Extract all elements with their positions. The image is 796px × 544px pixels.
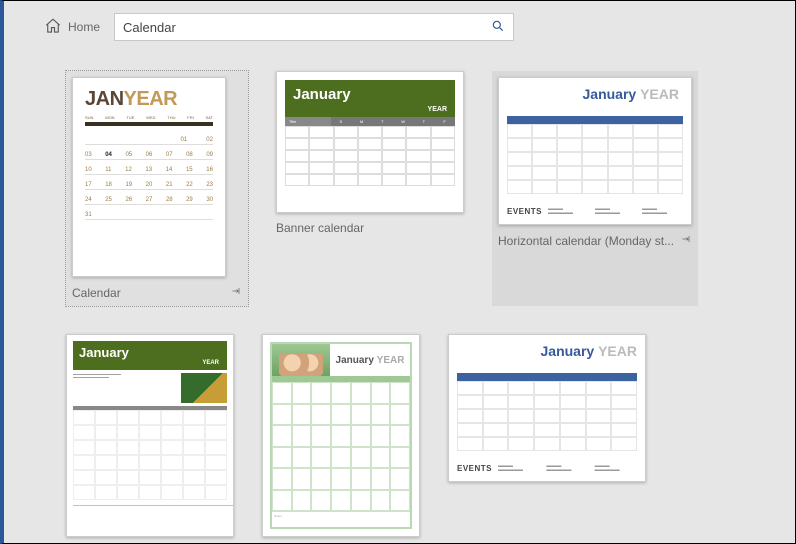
- thumb-year: YEAR: [124, 88, 178, 110]
- template-card[interactable]: January YEAR EVENTS▬▬▬▬▬▬▬▬▬▬▬▬▬▬▬▬▬▬▬▬▬…: [492, 71, 698, 306]
- template-label: Calendar: [72, 286, 121, 300]
- photo-placeholder: [181, 373, 227, 403]
- search-icon: [491, 19, 505, 36]
- top-bar: Home: [4, 1, 795, 53]
- search-field[interactable]: [114, 13, 514, 41]
- pin-icon[interactable]: [680, 233, 692, 248]
- thumb-year: YEAR: [598, 343, 637, 359]
- home-label: Home: [68, 20, 100, 34]
- thumb-month: January: [336, 355, 374, 366]
- thumb-month: January: [583, 86, 637, 102]
- thumb-year: YEAR: [202, 360, 219, 366]
- template-gallery: Home JANYEAR SUNMONTUEWEDTHUFRISAT 0102 …: [0, 0, 796, 544]
- thumb-year: YEAR: [428, 106, 447, 113]
- thumb-title-label: Title: [285, 117, 331, 126]
- template-thumbnail: January YEAR Notes: [262, 334, 420, 537]
- thumb-month: January: [293, 86, 447, 103]
- template-grid: JANYEAR SUNMONTUEWEDTHUFRISAT 0102 03040…: [4, 53, 795, 543]
- thumb-month: January: [541, 343, 595, 359]
- thumb-year: YEAR: [377, 355, 405, 366]
- template-thumbnail: JanuaryYEAR TitleSMTWTF: [276, 71, 464, 213]
- template-label: Banner calendar: [276, 221, 364, 235]
- template-card[interactable]: January YEAR Notes: [262, 334, 420, 537]
- thumb-month: JAN: [85, 88, 124, 110]
- template-card[interactable]: JanuaryYEAR TitleSMTWTF Banner calendar: [276, 71, 464, 306]
- thumb-year: YEAR: [640, 86, 679, 102]
- thumb-events-label: EVENTS: [457, 464, 492, 473]
- template-thumbnail: JANYEAR SUNMONTUEWEDTHUFRISAT 0102 03040…: [72, 77, 226, 277]
- template-card[interactable]: JanuaryYEAR ▬▬▬▬▬▬▬▬▬▬▬▬▬▬▬▬▬▬▬▬▬▬▬▬▬▬▬▬…: [66, 334, 234, 537]
- home-icon: [44, 17, 62, 38]
- template-label: Horizontal calendar (Monday st...: [498, 234, 674, 248]
- template-thumbnail: January YEAR EVENTS▬▬▬▬▬▬▬▬▬▬▬▬▬▬▬▬▬▬▬▬▬…: [448, 334, 646, 482]
- template-thumbnail: January YEAR EVENTS▬▬▬▬▬▬▬▬▬▬▬▬▬▬▬▬▬▬▬▬▬…: [498, 77, 692, 225]
- search-button[interactable]: [483, 14, 513, 40]
- photo-placeholder: [272, 344, 330, 376]
- home-button[interactable]: Home: [44, 17, 100, 38]
- template-thumbnail: JanuaryYEAR ▬▬▬▬▬▬▬▬▬▬▬▬▬▬▬▬▬▬▬▬▬▬▬▬▬▬▬▬…: [66, 334, 234, 537]
- template-card[interactable]: January YEAR EVENTS▬▬▬▬▬▬▬▬▬▬▬▬▬▬▬▬▬▬▬▬▬…: [448, 334, 646, 537]
- search-input[interactable]: [115, 20, 483, 35]
- pin-icon[interactable]: [230, 285, 242, 300]
- template-card[interactable]: JANYEAR SUNMONTUEWEDTHUFRISAT 0102 03040…: [66, 71, 248, 306]
- thumb-events-label: EVENTS: [507, 207, 542, 216]
- thumb-month: January: [79, 345, 221, 360]
